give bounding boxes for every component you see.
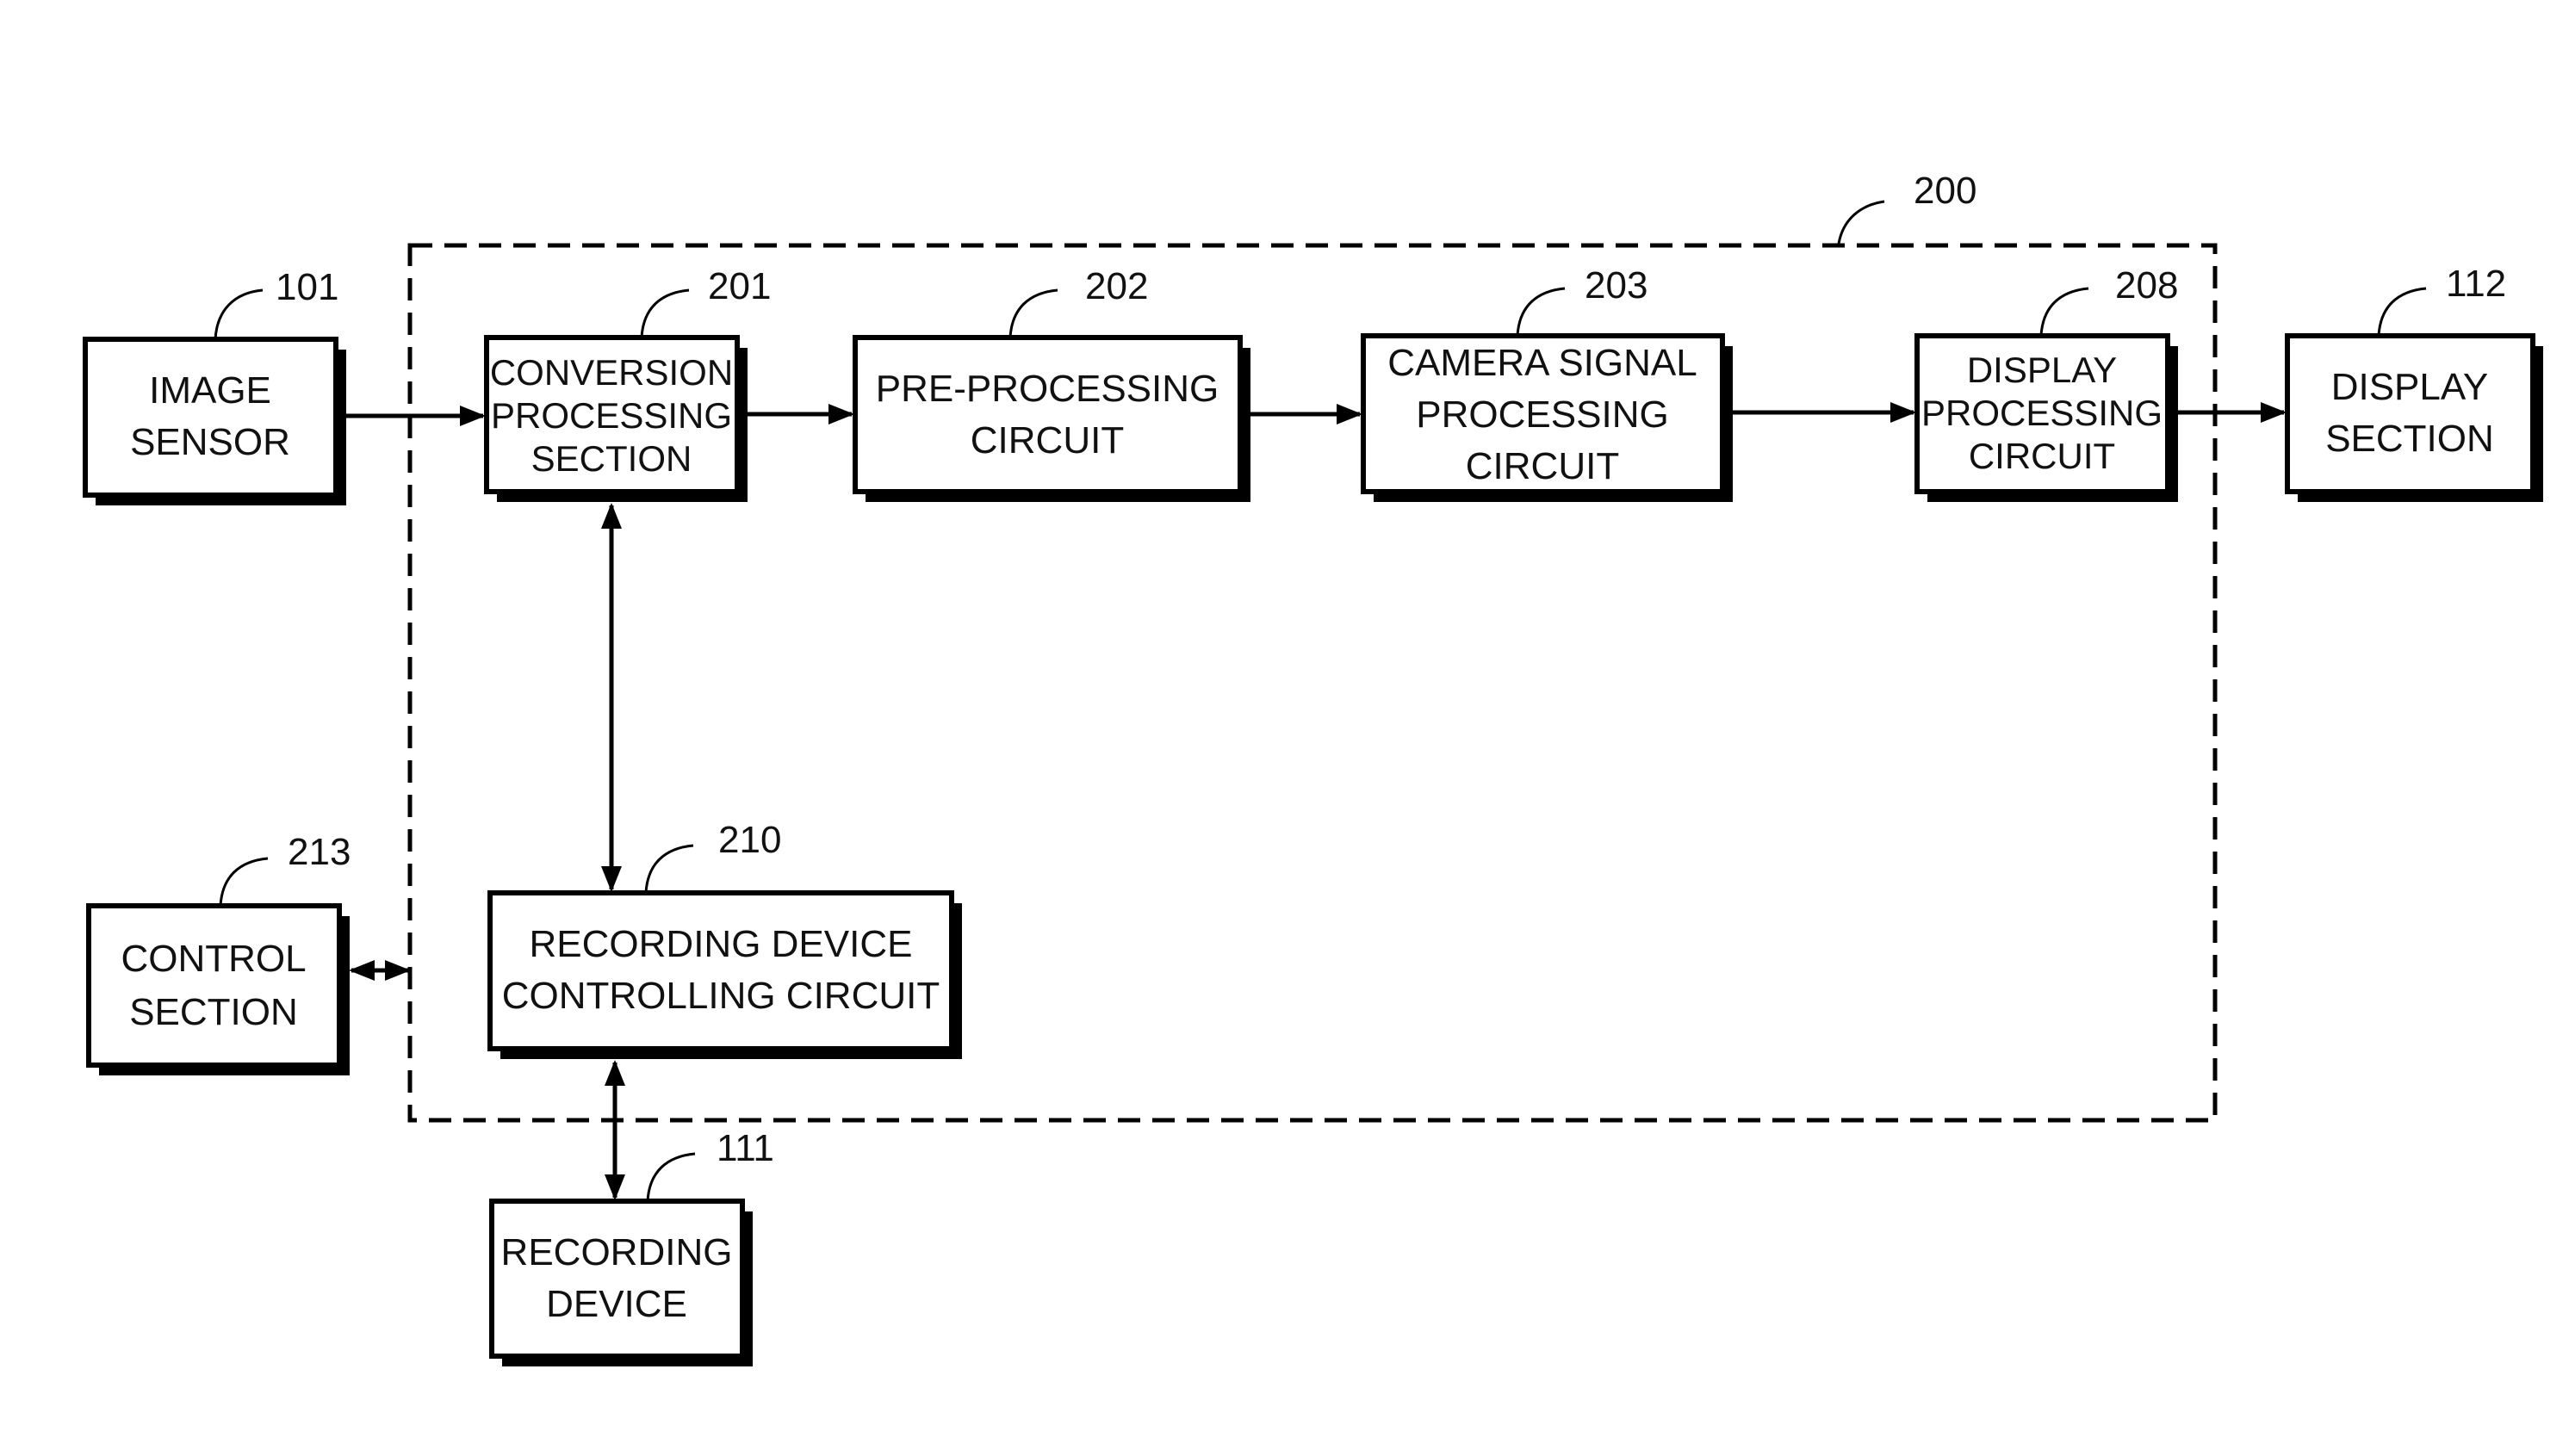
ref-label-111: 111 — [717, 1127, 774, 1169]
ref-leader-213 — [219, 857, 269, 907]
block-label-line: CAMERA SIGNAL — [1387, 342, 1697, 384]
ref-leader-101 — [214, 288, 264, 340]
ref-label-101: 101 — [276, 266, 338, 308]
block-label-line: SENSOR — [130, 421, 290, 463]
block-label-line: RECORDING DEVICE — [530, 923, 913, 965]
block-recording-device: RECORDING DEVICE 111 — [489, 1127, 774, 1366]
ref-label-201: 201 — [708, 265, 771, 307]
block-camera-signal-processing-circuit: CAMERA SIGNAL PROCESSING CIRCUIT 203 — [1361, 264, 1733, 502]
ref-leader-111 — [646, 1152, 696, 1202]
block-image-sensor: IMAGE SENSOR 101 — [83, 266, 346, 505]
ref-label-210: 210 — [718, 819, 781, 861]
ref-label-203: 203 — [1585, 264, 1648, 307]
ref-leader-112 — [2377, 287, 2427, 337]
block-label-line: IMAGE — [149, 369, 271, 412]
block-label-line: DISPLAY — [2331, 366, 2489, 408]
block-label-line: DISPLAY — [1967, 350, 2117, 390]
ref-label-202: 202 — [1085, 265, 1148, 307]
ref-leader-210 — [644, 844, 694, 894]
ref-label-200: 200 — [1914, 170, 1976, 212]
block-diagram: 200 IMAGE SENSOR 101 CONVERSION PROCESSI… — [83, 170, 2543, 1366]
block-conversion-processing-section: CONVERSION PROCESSING SECTION 201 — [484, 265, 771, 502]
ref-leader-201 — [640, 288, 690, 338]
block-label-line: DEVICE — [546, 1283, 687, 1325]
ref-label-213: 213 — [288, 831, 351, 873]
block-label-line: PROCESSING — [491, 395, 732, 436]
block-label-line: SECTION — [2325, 418, 2494, 460]
ref-label-112: 112 — [2446, 263, 2506, 305]
block-display-processing-circuit: DISPLAY PROCESSING CIRCUIT 208 — [1914, 264, 2178, 502]
block-label-line: SECTION — [129, 991, 298, 1033]
block-label-line: CIRCUIT — [1969, 436, 2115, 476]
block-recording-device-controlling-circuit: RECORDING DEVICE CONTROLLING CIRCUIT 210 — [487, 819, 962, 1059]
block-label-line: PRE-PROCESSING — [876, 368, 1219, 410]
block-label-line: CONTROLLING CIRCUIT — [502, 975, 940, 1017]
block-label-line: CIRCUIT — [971, 419, 1124, 462]
block-label-line: CONTROL — [121, 938, 306, 980]
ref-leader-208 — [2039, 287, 2089, 337]
ref-label-208: 208 — [2115, 264, 2178, 307]
block-control-section: CONTROL SECTION 213 — [86, 831, 351, 1075]
block-label-line: CIRCUIT — [1466, 445, 1619, 487]
ref-leader-203 — [1516, 287, 1566, 337]
block-display-section: DISPLAY SECTION 112 — [2285, 263, 2543, 502]
block-label-line: CONVERSION — [490, 352, 733, 393]
block-pre-processing-circuit: PRE-PROCESSING CIRCUIT 202 — [853, 265, 1250, 502]
ref-leader-202 — [1008, 288, 1058, 338]
block-label-line: PROCESSING — [1921, 393, 2163, 433]
block-label-line: SECTION — [531, 438, 692, 479]
ref-leader-200 — [1837, 200, 1885, 245]
block-label-line: PROCESSING — [1416, 393, 1668, 436]
block-label-line: RECORDING — [501, 1231, 733, 1273]
